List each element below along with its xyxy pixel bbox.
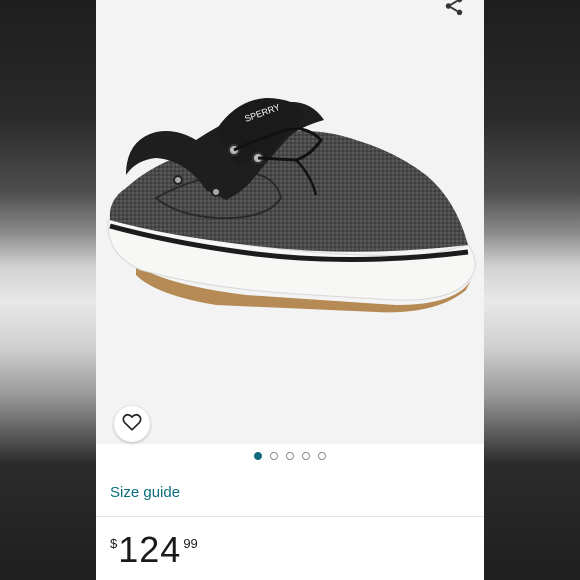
carousel-dot-1[interactable]	[254, 452, 262, 460]
divider	[96, 516, 484, 517]
product-screen: SPERRY Size guide $ 124 99	[96, 0, 484, 580]
left-backdrop	[0, 0, 96, 580]
product-image[interactable]: SPERRY	[96, 80, 484, 340]
product-image-area: SPERRY	[96, 0, 484, 444]
carousel-dot-4[interactable]	[302, 452, 310, 460]
price-currency: $	[110, 536, 118, 551]
right-backdrop	[484, 0, 580, 580]
carousel-dot-2[interactable]	[270, 452, 278, 460]
size-guide-link[interactable]: Size guide	[110, 484, 180, 501]
price-whole: 124	[118, 529, 182, 570]
share-icon	[443, 0, 465, 22]
carousel-indicator	[96, 452, 484, 464]
favorite-button[interactable]	[114, 406, 150, 442]
carousel-dot-5[interactable]	[318, 452, 326, 460]
heart-outline-icon	[121, 411, 143, 438]
carousel-dot-3[interactable]	[286, 452, 294, 460]
share-button[interactable]	[436, 0, 472, 26]
price: $ 124 99	[110, 530, 198, 570]
price-cents: 99	[183, 536, 198, 551]
